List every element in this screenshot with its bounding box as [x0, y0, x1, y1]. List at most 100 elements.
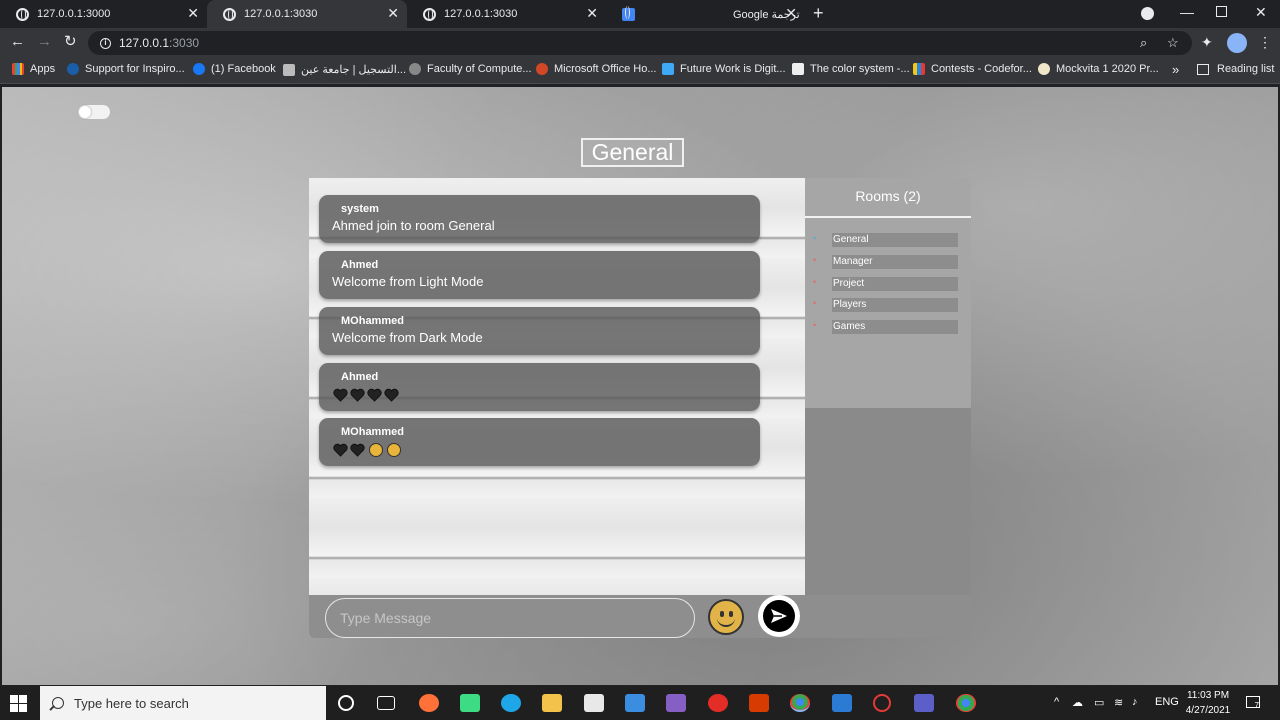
bookmark-item[interactable]: Future Work is Digit...: [662, 63, 786, 75]
menu-icon[interactable]: ⋮: [1258, 34, 1272, 50]
vscode-icon[interactable]: [832, 694, 852, 712]
message-input[interactable]: [325, 598, 695, 638]
room-item-players[interactable]: Players: [832, 298, 958, 312]
smiley-face-icon: [717, 618, 735, 627]
back-icon[interactable]: ←: [10, 34, 25, 50]
grinning-face-icon: [369, 443, 383, 457]
bookmark-apps[interactable]: Apps: [12, 63, 55, 75]
close-tab-icon[interactable]: ✕: [387, 5, 399, 21]
message-author: MOhammed: [341, 426, 404, 438]
tab-3[interactable]: 127.0.0.1:3030 ✕: [407, 0, 606, 28]
google-translate-icon: [622, 5, 635, 21]
chat-messages: system Ahmed join to room General Ahmed …: [309, 178, 805, 595]
chat-message: Ahmed Welcome from Light Mode: [319, 251, 760, 299]
message-composer: [309, 595, 971, 638]
close-window-icon[interactable]: ✕: [1255, 4, 1267, 21]
site-info-icon[interactable]: i: [100, 37, 111, 49]
tab-title: 127.0.0.1:3000: [37, 8, 111, 20]
bookmark-item[interactable]: Contests - Codefor...: [913, 63, 1032, 75]
office-icon[interactable]: [749, 694, 769, 712]
tab-1[interactable]: 127.0.0.1:3000 ✕: [0, 0, 207, 28]
clock-date: 4/27/2021: [1185, 705, 1231, 716]
battery-icon[interactable]: ▭: [1094, 696, 1104, 709]
rooms-sidebar: Rooms (2) • General • Manager • Project …: [805, 178, 971, 638]
task-view-icon[interactable]: [377, 696, 395, 710]
onedrive-icon[interactable]: ☁: [1072, 696, 1083, 709]
theme-toggle[interactable]: [78, 105, 110, 119]
firefox-icon[interactable]: [419, 694, 439, 712]
cortana-icon[interactable]: [338, 695, 354, 711]
room-item-manager[interactable]: Manager: [832, 255, 958, 269]
extensions-icon[interactable]: ✦: [1201, 34, 1213, 50]
bookmark-star-icon[interactable]: ☆: [1167, 35, 1179, 51]
room-item-general[interactable]: General: [832, 233, 958, 247]
dell-icon: [67, 63, 79, 75]
room-item-games[interactable]: Games: [832, 320, 958, 334]
edge-icon[interactable]: [501, 694, 521, 712]
chrome-icon[interactable]: [790, 694, 810, 712]
send-button[interactable]: [758, 595, 800, 637]
notification-center-icon[interactable]: 7: [1246, 696, 1260, 710]
message-author: Ahmed: [341, 259, 379, 271]
black-heart-icon: [350, 443, 365, 457]
store-icon[interactable]: [584, 694, 604, 712]
black-heart-icon: [333, 443, 348, 457]
tab-title: 127.0.0.1:3030: [244, 8, 318, 20]
maximize-icon[interactable]: [1216, 6, 1227, 17]
office-icon: [536, 63, 548, 75]
apps-grid-icon: [12, 63, 24, 75]
profile-avatar-icon[interactable]: [1227, 33, 1247, 53]
room-dot-icon: •: [813, 320, 817, 330]
reading-list-button[interactable]: Reading list: [1197, 63, 1274, 75]
close-tab-icon[interactable]: ✕: [586, 5, 598, 21]
chat-message: MOhammed Welcome from Dark Mode: [319, 307, 760, 355]
zoom-icon[interactable]: ⌕: [1140, 35, 1147, 51]
bookmark-item[interactable]: التسجيل | جامعة عين...: [283, 63, 406, 76]
room-dot-icon: •: [813, 277, 817, 287]
chevron-up-icon[interactable]: ^: [1054, 696, 1059, 708]
wifi-icon[interactable]: ≋: [1114, 696, 1123, 709]
message-author: Ahmed: [341, 371, 379, 383]
minimize-icon[interactable]: —: [1180, 4, 1194, 20]
emoji-picker-button[interactable]: [708, 599, 744, 635]
address-bar[interactable]: i 127.0.0.1:3030 ⌕ ☆: [88, 31, 1192, 55]
clock[interactable]: 11:03 PM 4/27/2021: [1182, 688, 1234, 718]
bookmark-item[interactable]: Support for Inspiro...: [67, 63, 185, 75]
forward-icon[interactable]: →: [37, 34, 52, 50]
room-item-project[interactable]: Project: [832, 277, 958, 291]
tab-search-icon[interactable]: [1141, 7, 1154, 20]
tab-title: 127.0.0.1:3030: [444, 8, 518, 20]
page-viewport: General system Ahmed join to room Genera…: [2, 87, 1278, 685]
close-tab-icon[interactable]: ✕: [187, 5, 199, 21]
mail-icon[interactable]: [625, 694, 645, 712]
teams-icon[interactable]: [914, 694, 934, 712]
bookmark-item[interactable]: Mockvita 1 2020 Pr...: [1038, 63, 1159, 75]
tab-4[interactable]: Google ترجمة ✕: [606, 0, 805, 28]
bookmark-item[interactable]: The color system -...: [792, 63, 910, 75]
message-emojis: [333, 443, 401, 457]
bookmark-item[interactable]: Faculty of Compute...: [409, 63, 532, 75]
file-explorer-icon[interactable]: [542, 694, 562, 712]
media-player-icon[interactable]: [708, 694, 728, 712]
chrome-icon[interactable]: [956, 694, 976, 712]
tab-2[interactable]: 127.0.0.1:3030 ✕: [207, 0, 407, 28]
language-indicator[interactable]: ENG: [1155, 696, 1179, 708]
black-heart-icon: [350, 388, 365, 402]
bookmark-item[interactable]: (1) Facebook: [193, 63, 276, 75]
volume-icon[interactable]: ♪: [1132, 696, 1138, 708]
rooms-panel: Rooms (2) • General • Manager • Project …: [805, 178, 971, 408]
chat-message: MOhammed: [319, 418, 760, 466]
taskbar-search[interactable]: Type here to search: [40, 686, 326, 720]
new-tab-button[interactable]: +: [813, 4, 824, 22]
bookmarks-bar: Apps Support for Inspiro... (1) Facebook…: [0, 58, 1280, 84]
reload-icon[interactable]: ↻: [64, 34, 77, 50]
android-studio-icon[interactable]: [460, 694, 480, 712]
visual-studio-icon[interactable]: [666, 694, 686, 712]
windows-start-icon[interactable]: [10, 695, 27, 712]
bookmarks-overflow-button[interactable]: »: [1172, 62, 1179, 77]
grinning-face-icon: [387, 443, 401, 457]
recorder-icon[interactable]: [873, 694, 891, 712]
bookmark-item[interactable]: Microsoft Office Ho...: [536, 63, 657, 75]
message-text: Ahmed join to room General: [332, 218, 495, 233]
close-tab-icon[interactable]: ✕: [785, 5, 797, 21]
